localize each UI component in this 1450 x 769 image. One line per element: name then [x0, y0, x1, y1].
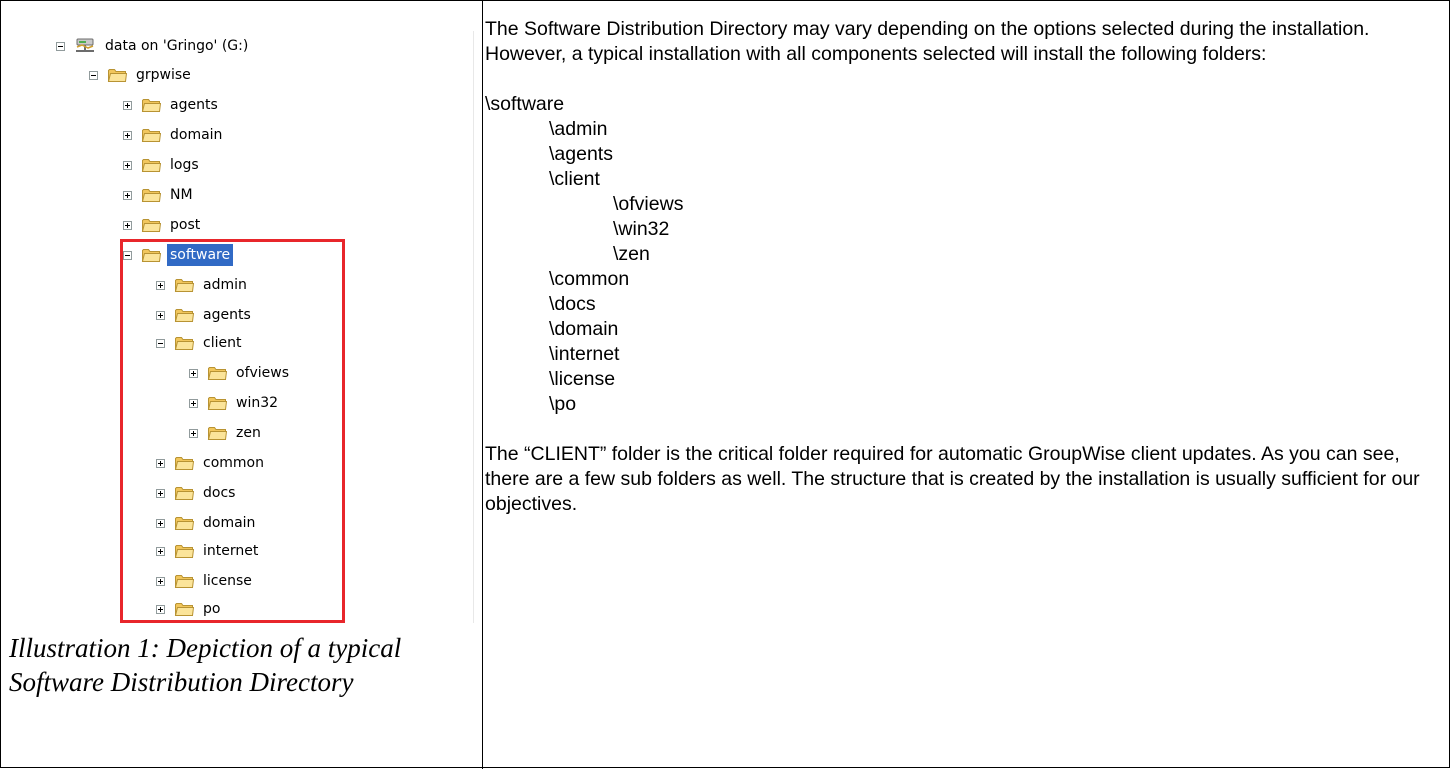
highlight-box — [120, 239, 345, 623]
path-ofviews: \ofviews — [613, 193, 684, 215]
caption-prefix: Illustration 1 — [9, 633, 151, 663]
folder-icon — [141, 97, 161, 113]
path-win32: \win32 — [613, 218, 670, 240]
path-common: \common — [549, 268, 630, 290]
body-text: The Software Distribution Directory may … — [485, 17, 1441, 517]
collapse-icon[interactable] — [89, 70, 98, 80]
tree-label: domain — [170, 127, 223, 143]
expand-icon[interactable] — [123, 220, 132, 230]
tree-node-post[interactable]: post — [123, 211, 203, 239]
folder-icon — [141, 187, 161, 203]
expand-icon[interactable] — [123, 190, 132, 200]
tree-label-grpwise: grpwise — [136, 67, 191, 83]
folder-icon — [107, 67, 127, 83]
tree-node-grpwise[interactable]: grpwise — [89, 61, 194, 89]
tree-node-domain[interactable]: domain — [123, 121, 225, 149]
column-divider — [482, 1, 483, 769]
tree-label: agents — [170, 97, 218, 113]
path-internet: \internet — [549, 343, 620, 365]
tree-node-nm[interactable]: NM — [123, 181, 196, 209]
path-license: \license — [549, 368, 616, 390]
path-agents: \agents — [549, 143, 613, 165]
path-admin: \admin — [549, 118, 608, 140]
path-software: \software — [485, 93, 565, 115]
path-domain: \domain — [549, 318, 619, 340]
path-docs: \docs — [549, 293, 596, 315]
expand-icon[interactable] — [123, 130, 132, 140]
tree-label: NM — [170, 187, 193, 203]
tree-node-agents[interactable]: agents — [123, 91, 221, 119]
figure-caption: Illustration 1: Depiction of a typical S… — [9, 631, 474, 699]
collapse-icon[interactable] — [56, 41, 65, 51]
tree-node-logs[interactable]: logs — [123, 151, 202, 179]
tree-node-drive[interactable]: data on 'Gringo' (G:) — [56, 32, 251, 60]
tree-label-drive: data on 'Gringo' (G:) — [105, 38, 249, 54]
tree-scroll-edge — [473, 31, 474, 623]
closing-paragraph: The “CLIENT” folder is the critical fold… — [485, 443, 1420, 515]
path-po: \po — [549, 393, 577, 415]
path-client: \client — [549, 168, 600, 190]
network-drive-icon — [76, 38, 94, 52]
intro-paragraph: The Software Distribution Directory may … — [485, 18, 1370, 65]
tree-label: logs — [170, 157, 199, 173]
expand-icon[interactable] — [123, 160, 132, 170]
path-zen: \zen — [613, 243, 650, 265]
folder-icon — [141, 127, 161, 143]
folder-icon — [141, 157, 161, 173]
folder-icon — [141, 217, 161, 233]
tree-label: post — [170, 217, 201, 233]
expand-icon[interactable] — [123, 100, 132, 110]
document-table: data on 'Gringo' (G:) grpwise agents dom… — [0, 0, 1450, 769]
